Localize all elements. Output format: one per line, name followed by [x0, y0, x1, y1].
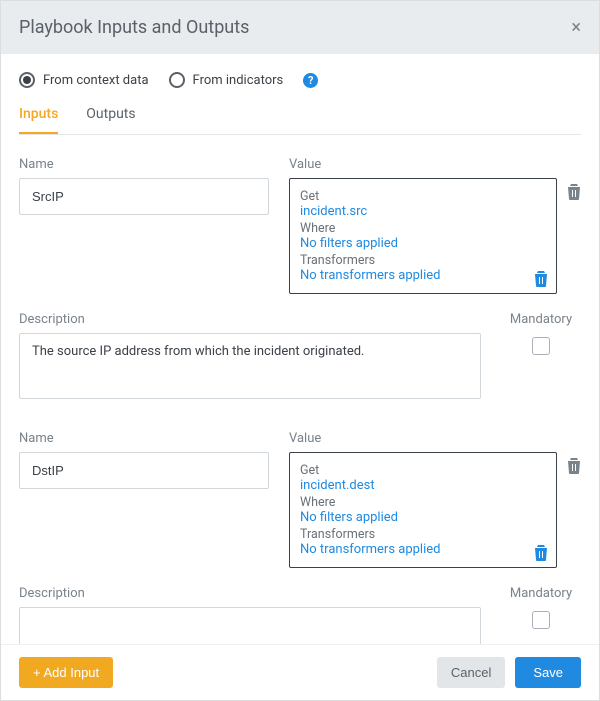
transformers-link[interactable]: No transformers applied — [300, 542, 546, 557]
radio-from-context[interactable]: From context data — [19, 72, 149, 88]
value-label: Value — [289, 157, 581, 172]
source-radio-group: From context data From indicators ? — [19, 72, 581, 88]
transformers-link[interactable]: No transformers applied — [300, 268, 546, 283]
radio-label: From context data — [43, 73, 149, 88]
save-button[interactable]: Save — [515, 657, 581, 688]
input-entry: Name Value Get incident.dest Where No fi… — [19, 431, 581, 644]
description-label: Description — [19, 586, 481, 601]
add-input-button[interactable]: + Add Input — [19, 657, 113, 688]
get-label: Get — [300, 189, 546, 204]
transformers-label: Transformers — [300, 253, 546, 268]
description-label: Description — [19, 312, 481, 327]
clear-value-icon[interactable] — [534, 545, 548, 561]
tab-outputs[interactable]: Outputs — [86, 106, 135, 134]
description-input[interactable] — [19, 607, 481, 644]
mandatory-checkbox[interactable] — [532, 611, 550, 629]
radio-icon — [169, 72, 185, 88]
io-tabs: Inputs Outputs — [19, 106, 581, 135]
clear-value-icon[interactable] — [534, 271, 548, 287]
filters-link[interactable]: No filters applied — [300, 236, 546, 251]
modal-footer: + Add Input Cancel Save — [1, 644, 599, 700]
value-box[interactable]: Get incident.src Where No filters applie… — [289, 178, 557, 294]
get-path-link[interactable]: incident.src — [300, 204, 546, 219]
get-path-link[interactable]: incident.dest — [300, 478, 546, 493]
delete-input-icon[interactable] — [567, 452, 581, 474]
input-entry: Name Value Get incident.src Where No fil… — [19, 157, 581, 403]
filters-link[interactable]: No filters applied — [300, 510, 546, 525]
tab-inputs[interactable]: Inputs — [19, 106, 58, 134]
radio-label: From indicators — [193, 73, 284, 88]
where-label: Where — [300, 495, 546, 510]
cancel-button[interactable]: Cancel — [437, 657, 505, 688]
name-label: Name — [19, 431, 269, 446]
modal-header: Playbook Inputs and Outputs × — [1, 1, 599, 54]
name-label: Name — [19, 157, 269, 172]
delete-input-icon[interactable] — [567, 178, 581, 200]
value-label: Value — [289, 431, 581, 446]
mandatory-checkbox[interactable] — [532, 337, 550, 355]
where-label: Where — [300, 221, 546, 236]
mandatory-label: Mandatory — [501, 312, 581, 327]
get-label: Get — [300, 463, 546, 478]
mandatory-label: Mandatory — [501, 586, 581, 601]
name-input[interactable] — [19, 178, 269, 215]
value-box[interactable]: Get incident.dest Where No filters appli… — [289, 452, 557, 568]
close-icon[interactable]: × — [571, 19, 581, 37]
radio-icon — [19, 72, 35, 88]
name-input[interactable] — [19, 452, 269, 489]
help-icon[interactable]: ? — [303, 73, 318, 88]
radio-from-indicators[interactable]: From indicators — [169, 72, 284, 88]
transformers-label: Transformers — [300, 527, 546, 542]
modal-title: Playbook Inputs and Outputs — [19, 17, 249, 38]
description-input[interactable] — [19, 333, 481, 399]
modal-body: From context data From indicators ? Inpu… — [1, 54, 599, 644]
playbook-io-modal: Playbook Inputs and Outputs × From conte… — [0, 0, 600, 701]
